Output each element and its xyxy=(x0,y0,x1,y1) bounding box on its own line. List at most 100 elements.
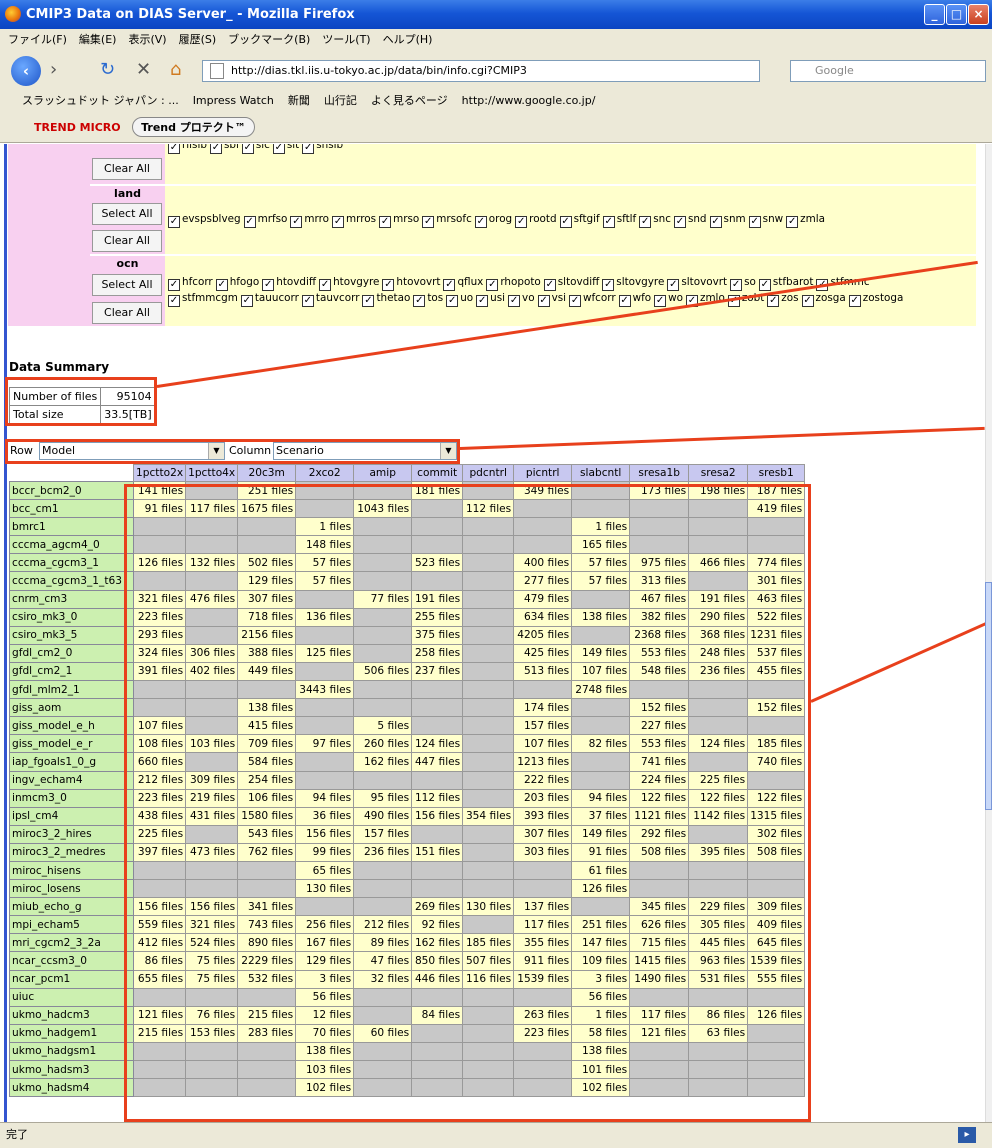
file-count-cell[interactable]: 718 files xyxy=(237,607,297,627)
bookmark-item[interactable]: Impress Watch xyxy=(193,94,274,107)
file-count-cell[interactable]: 655 files xyxy=(132,969,187,989)
file-count-cell[interactable]: 121 files xyxy=(629,1023,690,1043)
menu-item[interactable]: ツール(T) xyxy=(322,33,370,46)
file-count-cell[interactable]: 321 files xyxy=(185,915,239,935)
file-count-cell[interactable]: 1539 files xyxy=(747,951,806,971)
variable-checkbox[interactable]: ✓ xyxy=(168,144,180,154)
variable-checkbox[interactable]: ✓ xyxy=(243,216,256,228)
file-count-cell[interactable]: 89 files xyxy=(353,933,413,953)
file-count-cell[interactable]: 313 files xyxy=(629,571,690,591)
file-count-cell[interactable]: 543 files xyxy=(237,824,297,844)
file-count-cell[interactable]: 129 files xyxy=(295,951,355,971)
file-count-cell[interactable]: 212 files xyxy=(132,770,187,790)
file-count-cell[interactable]: 740 files xyxy=(747,752,806,772)
file-count-cell[interactable]: 476 files xyxy=(185,589,239,609)
file-count-cell[interactable]: 393 files xyxy=(513,806,573,826)
file-count-cell[interactable]: 212 files xyxy=(353,915,413,935)
file-count-cell[interactable]: 75 files xyxy=(185,951,239,971)
file-count-cell[interactable]: 215 files xyxy=(237,1005,297,1025)
file-count-cell[interactable]: 60 files xyxy=(353,1023,413,1043)
file-count-cell[interactable]: 2229 files xyxy=(237,951,297,971)
file-count-cell[interactable]: 107 files xyxy=(571,661,631,682)
file-count-cell[interactable]: 301 files xyxy=(747,571,806,591)
file-count-cell[interactable]: 548 files xyxy=(629,661,690,682)
file-count-cell[interactable]: 415 files xyxy=(237,716,297,736)
menu-item[interactable]: 履歴(S) xyxy=(179,33,217,46)
file-count-cell[interactable]: 660 files xyxy=(132,752,187,772)
file-count-cell[interactable]: 2368 files xyxy=(629,625,690,645)
variable-checkbox[interactable]: ✓ xyxy=(379,216,392,228)
file-count-cell[interactable]: 225 files xyxy=(688,770,749,790)
variable-checkbox[interactable]: ✓ xyxy=(515,216,528,228)
file-count-cell[interactable]: 157 files xyxy=(513,716,573,736)
bookmark-item[interactable]: 山行記 xyxy=(324,94,357,107)
variable-checkbox[interactable]: ✓ xyxy=(168,295,180,307)
file-count-cell[interactable]: 203 files xyxy=(513,788,573,808)
variable-checkbox[interactable]: ✓ xyxy=(709,216,722,228)
file-count-cell[interactable]: 1 files xyxy=(571,1005,631,1025)
variable-checkbox[interactable]: ✓ xyxy=(413,295,426,307)
file-count-cell[interactable]: 122 files xyxy=(629,788,690,808)
file-count-cell[interactable]: 103 files xyxy=(185,734,239,754)
file-count-cell[interactable]: 223 files xyxy=(132,788,187,808)
file-count-cell[interactable]: 229 files xyxy=(688,897,749,917)
file-count-cell[interactable]: 513 files xyxy=(513,661,573,682)
menu-item[interactable]: ヘルプ(H) xyxy=(383,33,433,46)
file-count-cell[interactable]: 191 files xyxy=(688,589,749,609)
file-count-cell[interactable]: 293 files xyxy=(132,625,187,645)
file-count-cell[interactable]: 506 files xyxy=(353,661,413,682)
variable-checkbox[interactable]: ✓ xyxy=(537,295,550,307)
file-count-cell[interactable]: 138 files xyxy=(571,607,631,627)
file-count-cell[interactable]: 156 files xyxy=(132,897,187,917)
file-count-cell[interactable]: 153 files xyxy=(185,1023,239,1043)
variable-checkbox[interactable]: ✓ xyxy=(168,216,180,228)
file-count-cell[interactable]: 97 files xyxy=(295,734,355,754)
menu-item[interactable]: ブックマーク(B) xyxy=(228,33,310,46)
variable-checkbox[interactable]: ✓ xyxy=(667,279,680,291)
file-count-cell[interactable]: 532 files xyxy=(237,969,297,989)
variable-checkbox[interactable]: ✓ xyxy=(240,295,253,307)
bookmark-item[interactable]: よく見るページ xyxy=(371,94,448,107)
variable-checkbox[interactable]: ✓ xyxy=(446,295,459,307)
file-count-cell[interactable]: 82 files xyxy=(571,734,631,754)
file-count-cell[interactable]: 56 files xyxy=(295,987,355,1007)
variable-checkbox[interactable]: ✓ xyxy=(639,216,652,228)
file-count-cell[interactable]: 108 files xyxy=(132,734,187,754)
file-count-cell[interactable]: 132 files xyxy=(185,553,239,573)
variable-checkbox[interactable]: ✓ xyxy=(559,216,572,228)
file-count-cell[interactable]: 490 files xyxy=(353,806,413,826)
file-count-cell[interactable]: 463 files xyxy=(747,589,806,609)
variable-checkbox[interactable]: ✓ xyxy=(332,216,345,228)
file-count-cell[interactable]: 57 files xyxy=(571,571,631,591)
clear-all-button[interactable]: Clear All xyxy=(92,302,162,324)
variable-checkbox[interactable]: ✓ xyxy=(801,295,814,307)
file-count-cell[interactable]: 555 files xyxy=(747,969,806,989)
home-icon[interactable]: ⌂ xyxy=(170,58,181,82)
file-count-cell[interactable]: 890 files xyxy=(237,933,297,953)
file-count-cell[interactable]: 157 files xyxy=(353,824,413,844)
file-count-cell[interactable]: 375 files xyxy=(411,625,464,645)
file-count-cell[interactable]: 388 files xyxy=(237,643,297,663)
file-count-cell[interactable]: 47 files xyxy=(353,951,413,971)
file-count-cell[interactable]: 508 files xyxy=(747,842,806,862)
variable-checkbox[interactable]: ✓ xyxy=(476,295,489,307)
variable-checkbox[interactable]: ✓ xyxy=(290,216,303,228)
file-count-cell[interactable]: 124 files xyxy=(688,734,749,754)
file-count-cell[interactable]: 341 files xyxy=(237,897,297,917)
file-count-cell[interactable]: 412 files xyxy=(132,933,187,953)
file-count-cell[interactable]: 130 files xyxy=(462,897,515,917)
file-count-cell[interactable]: 431 files xyxy=(185,806,239,826)
clear-all-button[interactable]: Clear All xyxy=(92,158,162,180)
file-count-cell[interactable]: 185 files xyxy=(462,933,515,953)
file-count-cell[interactable]: 152 files xyxy=(629,698,690,718)
file-count-cell[interactable]: 1213 files xyxy=(513,752,573,772)
variable-checkbox[interactable]: ✓ xyxy=(215,279,228,291)
file-count-cell[interactable]: 121 files xyxy=(132,1005,187,1025)
variable-checkbox[interactable]: ✓ xyxy=(618,295,631,307)
file-count-cell[interactable]: 91 files xyxy=(132,499,187,519)
file-count-cell[interactable]: 65 files xyxy=(295,860,355,881)
file-count-cell[interactable]: 187 files xyxy=(747,480,806,501)
file-count-cell[interactable]: 56 files xyxy=(571,987,631,1007)
variable-checkbox[interactable]: ✓ xyxy=(602,216,615,228)
file-count-cell[interactable]: 92 files xyxy=(411,915,464,935)
